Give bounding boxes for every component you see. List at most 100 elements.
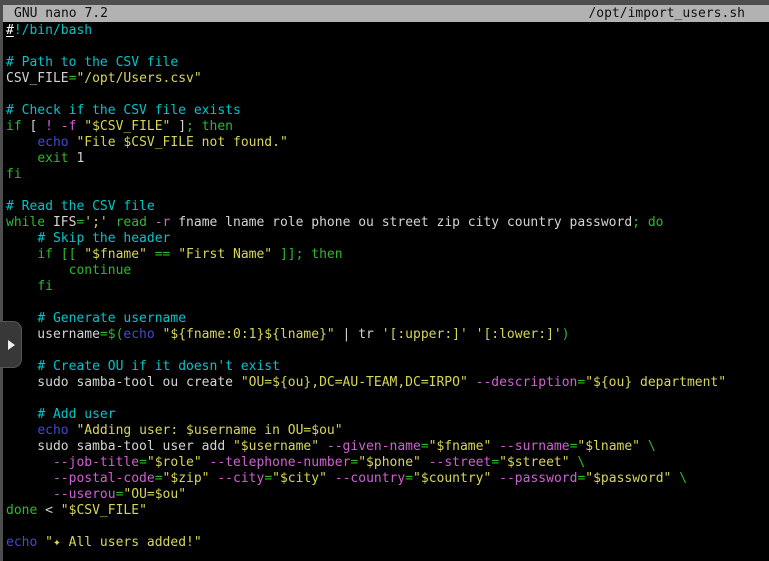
- code-segment: read: [116, 215, 147, 230]
- code-segment: "$username": [233, 439, 319, 454]
- code-segment: "$city": [272, 471, 327, 486]
- nano-version: GNU nano 7.2: [14, 6, 108, 21]
- code-segment: [421, 455, 429, 470]
- code-line: sudo samba-tool ou create "OU=${ou},DC=A…: [6, 375, 769, 391]
- code-segment: =: [405, 471, 413, 486]
- code-segment: [6, 135, 37, 150]
- code-segment: exit: [37, 151, 68, 166]
- code-segment: [147, 247, 155, 262]
- code-segment: [6, 263, 69, 278]
- code-segment: ): [562, 327, 570, 342]
- code-segment: =: [155, 471, 163, 486]
- code-segment: [6, 455, 53, 470]
- code-segment: \: [648, 439, 656, 454]
- code-segment: done: [6, 503, 37, 518]
- code-segment: [491, 471, 499, 486]
- code-segment: --description: [476, 375, 578, 390]
- code-segment: "$password": [585, 471, 671, 486]
- sidebar-collapse-handle[interactable]: [0, 321, 22, 368]
- code-segment: "$lname": [577, 439, 640, 454]
- code-segment: if: [37, 247, 53, 262]
- code-segment: [6, 279, 37, 294]
- code-segment: =: [421, 439, 429, 454]
- code-segment: --userou: [53, 487, 116, 502]
- code-line: [6, 39, 769, 55]
- code-segment: [: [22, 119, 45, 134]
- code-line: if [ ! -f "$CSV_FILE" ]; then: [6, 119, 769, 135]
- code-segment: [37, 535, 45, 550]
- code-line: echo "File $CSV_FILE not found.": [6, 135, 769, 151]
- code-line: --job-title="$role" --telephone-number="…: [6, 455, 769, 471]
- code-segment: "Adding user: $username in OU=$ou": [76, 423, 342, 438]
- code-line: [6, 519, 769, 535]
- code-segment: "OU=$ou": [123, 487, 186, 502]
- code-segment: [6, 471, 53, 486]
- code-segment: fi: [6, 167, 22, 182]
- code-segment: [147, 215, 155, 230]
- code-segment: [6, 247, 37, 262]
- code-segment: --country: [335, 471, 405, 486]
- code-segment: "$role": [147, 455, 202, 470]
- code-segment: --job-title: [53, 455, 139, 470]
- code-segment: if: [6, 119, 22, 134]
- code-segment: \: [577, 455, 585, 470]
- code-segment: echo: [37, 135, 68, 150]
- code-segment: "$fname": [84, 247, 147, 262]
- code-line: exit 1: [6, 151, 769, 167]
- code-segment: [53, 119, 61, 134]
- code-segment: "$country": [413, 471, 491, 486]
- code-segment: "${ou} department": [585, 375, 726, 390]
- code-line: # Skip the header: [6, 231, 769, 247]
- code-line: # Create OU if it doesn't exist: [6, 359, 769, 375]
- code-segment: [272, 247, 280, 262]
- code-line: done < "$CSV_FILE": [6, 503, 769, 519]
- code-segment: "$fname": [429, 439, 492, 454]
- code-segment: fi: [37, 279, 53, 294]
- code-segment: [468, 375, 476, 390]
- code-segment: [108, 215, 116, 230]
- code-segment: --street: [429, 455, 492, 470]
- code-segment: while: [6, 215, 45, 230]
- code-line: echo "Adding user: $username in OU=$ou": [6, 423, 769, 439]
- code-segment: then: [202, 119, 233, 134]
- code-segment: "✦ All users added!": [45, 535, 202, 550]
- code-line: --postal-code="$zip" --city="$city" --co…: [6, 471, 769, 487]
- code-segment: echo: [123, 327, 154, 342]
- code-segment: =: [491, 455, 499, 470]
- code-segment: "$street": [499, 455, 569, 470]
- code-segment: ]];: [280, 247, 303, 262]
- code-segment: \: [679, 471, 687, 486]
- code-line: # Check if the CSV file exists: [6, 103, 769, 119]
- code-segment: "$CSV_FILE": [61, 503, 147, 518]
- code-segment: =: [139, 455, 147, 470]
- code-line: --userou="OU=$ou": [6, 487, 769, 503]
- code-line: [6, 183, 769, 199]
- code-segment: ';': [84, 215, 107, 230]
- code-segment: "$CSV_FILE": [84, 119, 170, 134]
- code-segment: sudo samba-tool ou create: [6, 375, 241, 390]
- code-line: # Read the CSV file: [6, 199, 769, 215]
- code-line: username=$(echo "${fname:0:1}${lname}" |…: [6, 327, 769, 343]
- code-segment: # Read the CSV file: [6, 199, 155, 214]
- code-segment: # Generate username: [37, 311, 186, 326]
- code-segment: # Path to the CSV file: [6, 55, 178, 70]
- editor-area[interactable]: #!/bin/bash# Path to the CSV fileCSV_FIL…: [3, 22, 769, 561]
- code-segment: [6, 423, 37, 438]
- code-segment: [155, 327, 163, 342]
- code-segment: IFS: [45, 215, 76, 230]
- code-segment: '[:upper:]': [382, 327, 468, 342]
- code-segment: "/opt/Users.csv": [76, 71, 201, 86]
- code-segment: # Create OU if it doesn't exist: [37, 359, 280, 374]
- code-segment: =$(: [100, 327, 123, 342]
- code-segment: 1: [69, 151, 85, 166]
- code-line: #!/bin/bash: [6, 23, 769, 39]
- code-segment: =: [264, 471, 272, 486]
- code-line: [6, 295, 769, 311]
- code-line: sudo samba-tool user add "$username" --g…: [6, 439, 769, 455]
- code-segment: ]: [170, 119, 186, 134]
- code-segment: then: [311, 247, 342, 262]
- code-segment: -r: [155, 215, 171, 230]
- code-segment: [[: [61, 247, 77, 262]
- code-segment: [491, 439, 499, 454]
- code-segment: # Skip the header: [37, 231, 170, 246]
